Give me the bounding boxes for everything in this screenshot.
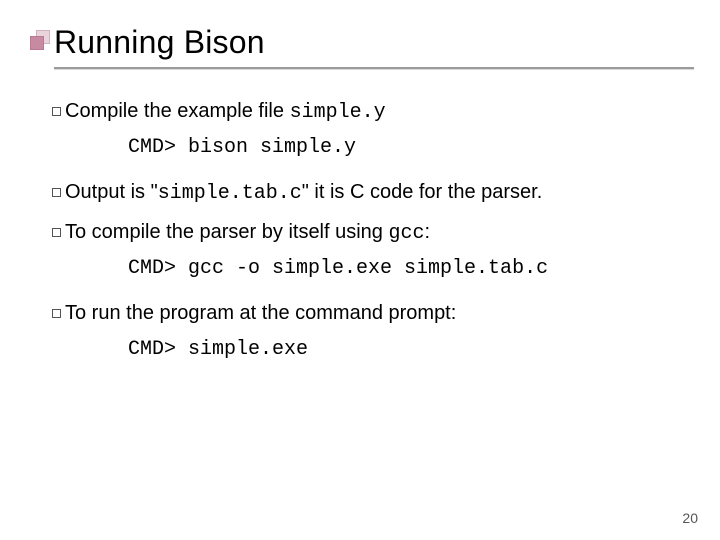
page-number: 20 xyxy=(682,510,698,526)
bullet-text-pre: Output is " xyxy=(65,181,158,203)
bullet-text-pre: Compile the example file xyxy=(65,100,290,122)
bullet-text-mono: simple.tab.c xyxy=(158,182,302,205)
bullet-square-icon xyxy=(52,107,61,116)
slide-body: Compile the example file simple.y CMD> b… xyxy=(30,97,690,364)
bullet-item: Output is "simple.tab.c" it is C code fo… xyxy=(52,178,680,208)
bullet-text-mono: simple.y xyxy=(290,101,386,124)
bullet-square-icon xyxy=(52,228,61,237)
bullet-text-post: : xyxy=(425,221,431,243)
bullet-text-pre: To run the program at the command prompt… xyxy=(65,302,456,324)
code-line: CMD> simple.exe xyxy=(128,335,680,364)
code-line: CMD> gcc -o simple.exe simple.tab.c xyxy=(128,254,680,283)
bullet-text-mono: gcc xyxy=(389,222,425,245)
title-block: Running Bison xyxy=(30,24,690,69)
title-decoration-icon xyxy=(30,30,48,54)
title-underline xyxy=(54,67,694,69)
slide: Running Bison Compile the example file s… xyxy=(0,0,720,540)
bullet-item: To run the program at the command prompt… xyxy=(52,299,680,329)
code-line: CMD> bison simple.y xyxy=(128,133,680,162)
bullet-item: To compile the parser by itself using gc… xyxy=(52,218,680,248)
bullet-square-icon xyxy=(52,309,61,318)
bullet-text-post: " it is C code for the parser. xyxy=(302,181,543,203)
bullet-text-pre: To compile the parser by itself using xyxy=(65,221,389,243)
bullet-square-icon xyxy=(52,188,61,197)
slide-title: Running Bison xyxy=(54,24,690,61)
bullet-item: Compile the example file simple.y xyxy=(52,97,680,127)
